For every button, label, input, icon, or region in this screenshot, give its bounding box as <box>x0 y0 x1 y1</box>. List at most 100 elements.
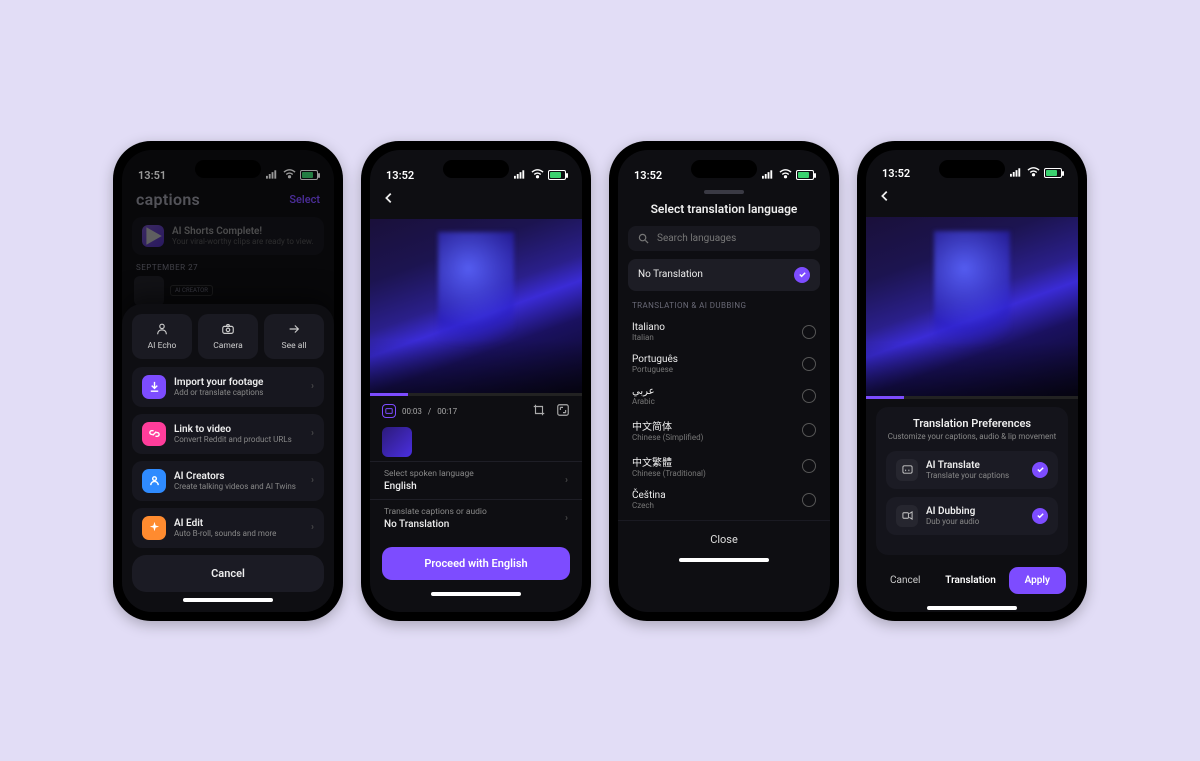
phone-frame-2: 13:52 00:03 / 00:17 <box>361 141 591 621</box>
radio-icon <box>802 459 816 473</box>
lang-sub: Portuguese <box>632 365 678 374</box>
quick-label: See all <box>282 341 307 351</box>
lang-sub: Italian <box>632 333 665 342</box>
signal-icon <box>266 169 279 182</box>
close-button[interactable]: Close <box>618 520 830 552</box>
item-title: AI Creators <box>174 471 303 482</box>
pref-ai-dubbing[interactable]: AI Dubbing Dub your audio <box>886 497 1058 535</box>
battery-icon <box>300 170 318 180</box>
video-preview[interactable] <box>866 217 1078 396</box>
chevron-right-icon: › <box>311 475 314 486</box>
quick-camera[interactable]: Camera <box>198 314 258 359</box>
progress-bar[interactable] <box>866 396 1078 399</box>
progress-bar[interactable] <box>370 393 582 396</box>
cancel-button[interactable]: Cancel <box>878 567 932 594</box>
row-label: No Translation <box>638 269 703 280</box>
notification-banner[interactable]: AI Shorts Complete! Your viral-worthy cl… <box>132 217 324 255</box>
quick-ai-echo[interactable]: AI Echo <box>132 314 192 359</box>
pref-subtitle: Translate your captions <box>926 471 1024 480</box>
time-total: 00:17 <box>437 407 457 416</box>
signal-icon <box>762 169 775 182</box>
home-indicator <box>679 558 769 562</box>
item-title: Link to video <box>174 424 303 435</box>
time-current: 00:03 <box>402 407 422 416</box>
quick-see-all[interactable]: See all <box>264 314 324 359</box>
back-button[interactable] <box>370 184 582 215</box>
no-translation-row[interactable]: No Translation <box>628 259 820 291</box>
lang-name: Português <box>632 354 678 365</box>
item-subtitle: Auto B-roll, sounds and more <box>174 529 303 538</box>
crop-icon[interactable] <box>532 402 546 421</box>
quick-label: Camera <box>213 341 242 351</box>
spoken-language-row[interactable]: Select spoken language English › <box>370 461 582 499</box>
radio-icon <box>802 493 816 507</box>
radio-icon <box>802 423 816 437</box>
date-header: SEPTEMBER 27 <box>122 261 334 274</box>
pref-subtitle: Dub your audio <box>926 517 1024 526</box>
language-row[interactable]: PortuguêsPortuguese <box>618 348 830 380</box>
action-ai-creators[interactable]: AI Creators Create talking videos and AI… <box>132 461 324 501</box>
video-preview[interactable] <box>370 219 582 393</box>
translation-row[interactable]: Translate captions or audio No Translati… <box>370 499 582 537</box>
link-icon <box>142 422 166 446</box>
home-indicator <box>927 606 1017 610</box>
search-icon <box>638 233 649 244</box>
wifi-icon <box>283 169 296 182</box>
language-row[interactable]: 中文简体Chinese (Simplified) <box>618 412 830 448</box>
dub-icon <box>896 505 918 527</box>
language-row[interactable]: عربيArabic <box>618 380 830 412</box>
sheet-grabber[interactable] <box>704 190 744 194</box>
project-row[interactable]: AI CREATOR <box>122 274 334 308</box>
language-row[interactable]: 中文繁體Chinese (Traditional) <box>618 448 830 484</box>
home-indicator <box>431 592 521 596</box>
panel-title: Translation Preferences <box>886 417 1058 430</box>
item-title: AI Edit <box>174 518 303 529</box>
action-sheet: AI Echo Camera See all <box>122 304 334 612</box>
language-row[interactable]: ČeštinaCzech <box>618 484 830 516</box>
status-time: 13:52 <box>386 169 414 182</box>
project-thumbnail <box>134 276 164 306</box>
apply-button[interactable]: Apply <box>1009 567 1066 594</box>
back-button[interactable] <box>866 182 1078 213</box>
banner-subtitle: Your viral-worthy clips are ready to vie… <box>172 237 314 246</box>
lang-sub: Czech <box>632 501 666 510</box>
action-link-video[interactable]: Link to video Convert Reddit and product… <box>132 414 324 454</box>
action-ai-edit[interactable]: AI Edit Auto B-roll, sounds and more › <box>132 508 324 548</box>
time-sep: / <box>428 407 431 416</box>
expand-icon[interactable] <box>556 402 570 421</box>
camera-icon <box>221 322 235 336</box>
dynamic-island <box>939 160 1005 178</box>
chevron-right-icon: › <box>311 522 314 533</box>
captions-toggle-icon[interactable] <box>382 404 396 418</box>
cancel-button[interactable]: Cancel <box>132 555 324 592</box>
app-logo: captions <box>136 190 200 209</box>
dynamic-island <box>195 160 261 178</box>
item-title: Import your footage <box>174 377 303 388</box>
search-input[interactable]: Search languages <box>628 226 820 251</box>
item-subtitle: Create talking videos and AI Twins <box>174 482 303 491</box>
lang-name: 中文简体 <box>632 418 703 433</box>
select-button[interactable]: Select <box>289 193 320 206</box>
panel-subtitle: Customize your captions, audio & lip mov… <box>886 432 1058 441</box>
status-time: 13:51 <box>138 169 166 182</box>
dynamic-island <box>443 160 509 178</box>
clip-thumbnail[interactable] <box>382 427 412 457</box>
avatar-icon <box>142 469 166 493</box>
item-subtitle: Add or translate captions <box>174 388 303 397</box>
action-import-footage[interactable]: Import your footage Add or translate cap… <box>132 367 324 407</box>
language-row[interactable]: ItalianoItalian <box>618 316 830 348</box>
lang-name: عربي <box>632 386 655 397</box>
pref-ai-translate[interactable]: AI Translate Translate your captions <box>886 451 1058 489</box>
setting-label: Select spoken language <box>384 469 474 479</box>
lang-sub: Chinese (Traditional) <box>632 469 706 478</box>
chevron-right-icon: › <box>311 381 314 392</box>
lang-name: Italiano <box>632 322 665 333</box>
signal-icon <box>514 169 527 182</box>
lang-sub: Chinese (Simplified) <box>632 433 703 442</box>
translation-tab[interactable]: Translation <box>933 567 1008 594</box>
sparkle-icon <box>142 516 166 540</box>
proceed-button[interactable]: Proceed with English <box>382 547 570 580</box>
dynamic-island <box>691 160 757 178</box>
setting-value: No Translation <box>384 519 487 530</box>
wifi-icon <box>779 169 792 182</box>
